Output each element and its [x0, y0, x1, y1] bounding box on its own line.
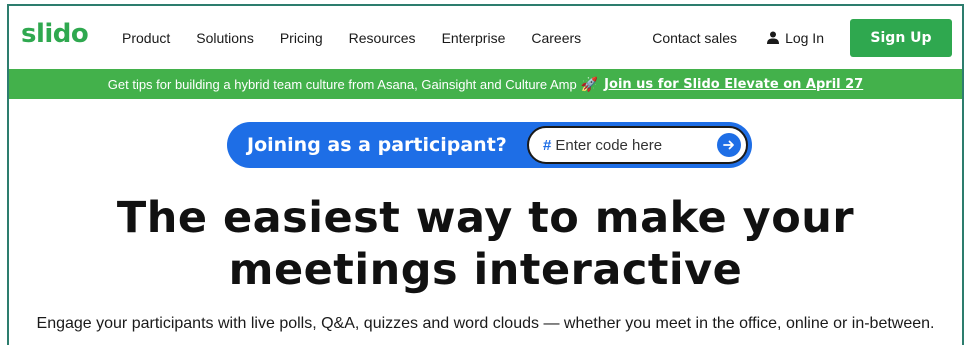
event-code-input[interactable] — [555, 136, 706, 154]
hero-heading: The easiest way to make your meetings in… — [9, 192, 962, 296]
arrow-right-icon — [723, 140, 734, 150]
nav-pricing[interactable]: Pricing — [280, 30, 323, 46]
nav-resources[interactable]: Resources — [349, 30, 416, 46]
main-nav: Product Solutions Pricing Resources Ente… — [122, 6, 607, 69]
log-in-label: Log In — [785, 29, 824, 46]
elevate-link[interactable]: Join us for Slido Elevate on April 27 — [604, 77, 863, 92]
hash-icon: # — [543, 136, 552, 154]
slido-logo[interactable]: slido — [21, 19, 89, 49]
event-code-box[interactable]: # — [527, 126, 748, 164]
header-actions: Contact sales Log In Sign Up — [652, 6, 952, 69]
nav-enterprise[interactable]: Enterprise — [442, 30, 506, 46]
sign-up-button[interactable]: Sign Up — [850, 18, 952, 57]
hero-line-2: meetings interactive — [228, 245, 743, 295]
nav-careers[interactable]: Careers — [531, 30, 581, 46]
nav-product[interactable]: Product — [122, 30, 170, 46]
rocket-icon: 🚀 — [580, 75, 599, 92]
banner-text: Get tips for building a hybrid team cult… — [107, 76, 577, 92]
person-icon — [767, 31, 780, 44]
hero-line-1: The easiest way to make your — [116, 193, 855, 243]
site-header: slido Product Solutions Pricing Resource… — [9, 6, 962, 69]
promo-banner: Get tips for building a hybrid team cult… — [9, 69, 962, 99]
join-label: Joining as a participant? — [247, 134, 507, 156]
contact-sales-link[interactable]: Contact sales — [652, 30, 737, 46]
join-participant-bar: Joining as a participant? # — [227, 122, 752, 168]
nav-solutions[interactable]: Solutions — [196, 30, 254, 46]
hero-subtitle: Engage your participants with live polls… — [36, 315, 935, 332]
page-frame: slido Product Solutions Pricing Resource… — [7, 4, 964, 345]
join-submit-button[interactable] — [717, 133, 741, 157]
log-in-link[interactable]: Log In — [767, 30, 824, 46]
